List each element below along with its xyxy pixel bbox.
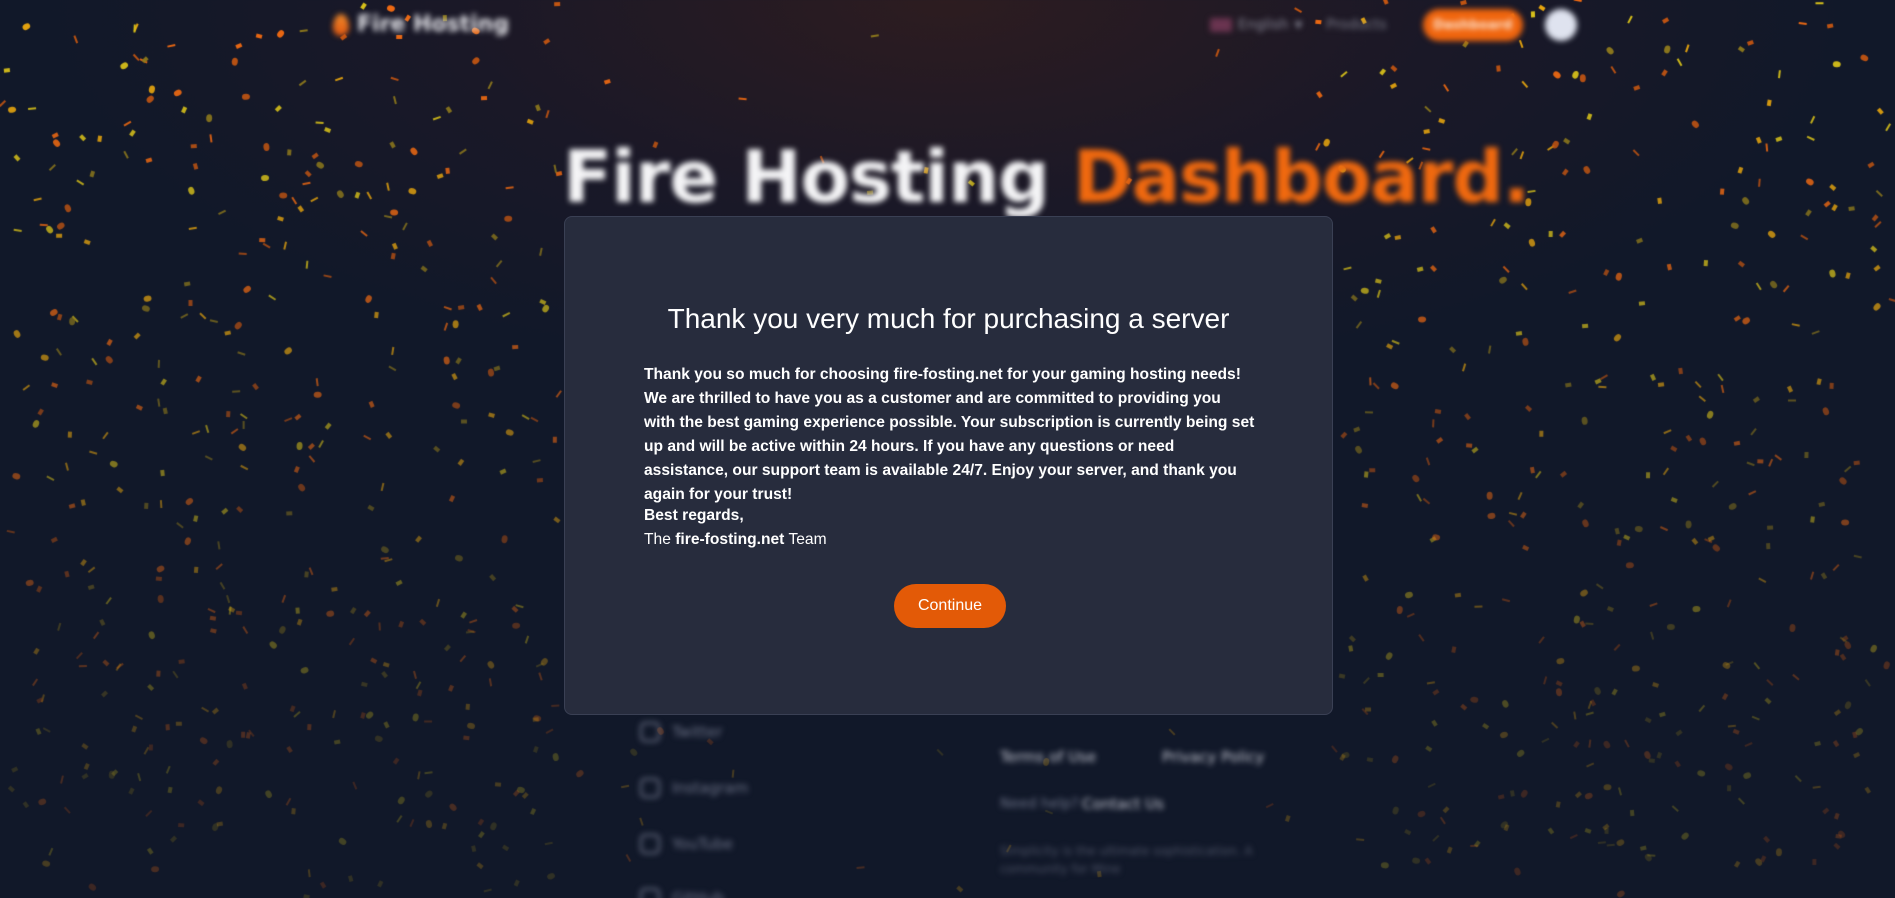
social-link-twitter[interactable]: Twitter xyxy=(640,722,722,742)
contact-link[interactable]: Contact Us xyxy=(1082,795,1164,813)
navbar-right: English ▼ Products Dashboard xyxy=(1210,9,1577,41)
need-help-label: Need help? xyxy=(1000,796,1079,812)
purchase-confirmation-modal: Thank you very much for purchasing a ser… xyxy=(564,216,1333,715)
social-label: Instagram xyxy=(672,779,749,797)
modal-title: Thank you very much for purchasing a ser… xyxy=(667,303,1230,334)
twitter-icon xyxy=(640,722,660,742)
instagram-icon xyxy=(640,778,660,798)
modal-body: Thank you so much for choosing fire-fost… xyxy=(644,366,1255,503)
signoff-brand: fire-fosting.net xyxy=(675,531,785,548)
social-link-youtube[interactable]: YouTube xyxy=(640,834,733,854)
footer-note: Simplicity is the ultimate sophisticatio… xyxy=(1000,844,1253,876)
youtube-icon xyxy=(640,834,660,854)
privacy-link[interactable]: Privacy Policy xyxy=(1162,748,1264,766)
brand-logo[interactable]: Fire Hosting xyxy=(333,12,509,37)
social-label: Twitter xyxy=(672,723,723,741)
language-selector[interactable]: English ▼ xyxy=(1210,17,1302,33)
hero-title: Fire Hosting Dashboard. xyxy=(563,135,1530,219)
social-label: YouTube xyxy=(672,835,733,853)
dashboard-button[interactable]: Dashboard xyxy=(1422,9,1523,41)
language-label: English xyxy=(1238,17,1289,33)
hero-title-main: Fire Hosting xyxy=(563,135,1050,219)
social-label: GitHub xyxy=(672,889,724,898)
hero-title-accent: Dashboard. xyxy=(1072,135,1530,219)
brand-name: Fire Hosting xyxy=(357,12,510,37)
signoff-suffix: Team xyxy=(788,531,827,548)
chevron-down-icon: ▼ xyxy=(1294,19,1303,31)
uk-flag-icon xyxy=(1210,18,1232,32)
social-link-instagram[interactable]: Instagram xyxy=(640,778,748,798)
social-link-github[interactable]: GitHub xyxy=(640,888,724,898)
github-icon xyxy=(640,888,660,898)
continue-button[interactable]: Continue xyxy=(894,584,1006,628)
flame-icon xyxy=(333,13,349,36)
signoff-prefix: The xyxy=(644,531,671,548)
products-link[interactable]: Products xyxy=(1326,17,1386,33)
terms-link[interactable]: Terms of Use xyxy=(1000,748,1096,766)
modal-regards: Best regards, xyxy=(644,507,744,524)
avatar[interactable] xyxy=(1544,9,1577,41)
modal-signoff: The fire-fosting.net Team xyxy=(644,531,827,549)
